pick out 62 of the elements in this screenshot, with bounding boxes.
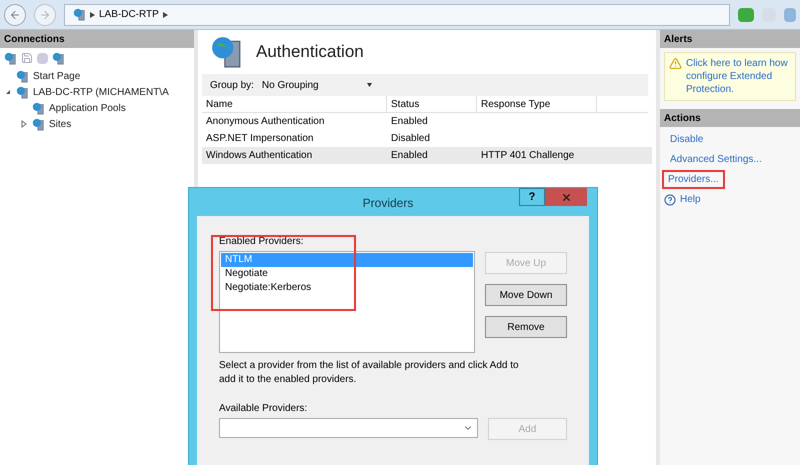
alert-link[interactable]: Click here to learn how configure Extended Protection. <box>686 57 788 96</box>
pane-header: Alerts <box>660 30 800 48</box>
help-icon <box>664 194 676 206</box>
server-globe-icon <box>16 86 29 98</box>
column-header[interactable]: Name <box>202 96 387 112</box>
save-icon[interactable] <box>21 52 33 64</box>
address-path[interactable]: LAB-DC-RTP <box>99 7 159 22</box>
forward-button[interactable] <box>34 4 56 26</box>
dialog-button[interactable]: Remove <box>485 316 567 338</box>
forward-arrow-icon <box>39 8 51 20</box>
column-header[interactable]: Response Type <box>477 96 597 112</box>
table-cell-text: Enabled <box>390 115 429 129</box>
breadcrumb-arrow-icon <box>90 12 95 18</box>
provider-item[interactable]: Negotiate <box>221 267 473 281</box>
address-field[interactable]: LAB-DC-RTP <box>64 4 730 26</box>
enabled-providers-list[interactable]: NTLM Negotiate Negotiate:Kerberos <box>219 251 475 353</box>
group-by-label: Group by: <box>210 78 254 92</box>
back-button[interactable] <box>4 4 26 26</box>
table-row[interactable]: Windows Authentication Enabled HTTP 401 Challenge <box>202 147 652 164</box>
available-providers-label: Available Providers: <box>219 402 308 416</box>
action-link[interactable]: Disable <box>668 132 792 147</box>
back-arrow-icon <box>9 8 21 20</box>
server-globe-icon <box>32 102 45 114</box>
tree-item[interactable]: Start Page <box>33 68 80 84</box>
table-cell-text: Disabled <box>390 132 431 146</box>
collapsed-arrow-icon[interactable] <box>20 120 28 128</box>
tree-item[interactable]: LAB-DC-RTP (MICHAMENT\A <box>33 84 169 100</box>
table-cell-text: HTTP 401 Challenge <box>480 149 576 163</box>
server-globe-icon <box>32 118 45 130</box>
table-cell-text: ASP.NET Impersonation <box>205 132 314 146</box>
action-link[interactable]: Providers... <box>664 172 723 187</box>
dialog-title: Providers <box>362 195 414 212</box>
feature-title: Authentication <box>256 41 364 64</box>
help-button[interactable]: ? <box>519 188 545 206</box>
action-link[interactable]: Advanced Settings... <box>668 152 792 167</box>
table-row[interactable]: ASP.NET Impersonation Disabled <box>202 130 652 147</box>
table-cell-text: Anonymous Authentication <box>205 115 326 129</box>
help-link[interactable]: Help <box>680 192 701 207</box>
table-cell-text: Enabled <box>390 149 429 163</box>
column-header[interactable]: Status <box>387 96 477 112</box>
tree-item[interactable]: Sites <box>49 116 72 132</box>
breadcrumb-arrow-icon[interactable] <box>162 12 168 18</box>
dropdown-arrow-icon <box>366 83 372 87</box>
pane-header: Actions <box>660 109 800 127</box>
enabled-providers-label: Enabled Providers: <box>219 235 304 249</box>
pane-header: Connections <box>0 30 194 48</box>
alert-box[interactable]: Click here to learn how configure Extended Protection. <box>664 52 796 101</box>
close-button[interactable] <box>545 188 587 206</box>
group-by-dropdown[interactable]: No Grouping <box>262 78 372 92</box>
table-cell-text: Windows Authentication <box>205 149 314 163</box>
provider-item[interactable]: Negotiate:Kerberos <box>221 281 473 295</box>
tree-item[interactable]: Application Pools <box>49 100 126 116</box>
instruction-text: Select a provider from the list of available providers and click Add to add it to the enabled providers. <box>219 359 519 387</box>
dialog-button[interactable]: Move Down <box>485 284 567 306</box>
server-globe-icon <box>73 8 86 21</box>
table-row[interactable]: Anonymous Authentication Enabled <box>202 113 652 130</box>
warning-icon <box>669 57 682 70</box>
server-globe-icon <box>16 70 29 82</box>
close-icon <box>560 192 572 202</box>
toolbar-icon[interactable] <box>37 52 48 64</box>
available-providers-dropdown[interactable] <box>219 418 478 438</box>
expanded-arrow-icon[interactable] <box>4 88 12 96</box>
